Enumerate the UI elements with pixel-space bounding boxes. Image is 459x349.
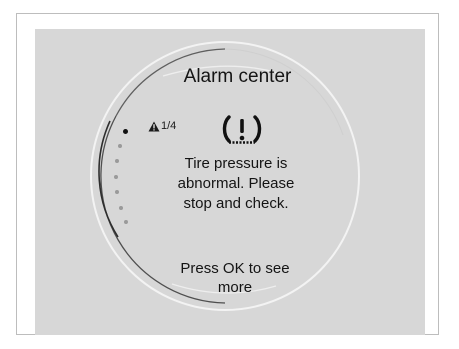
page-dot (114, 174, 118, 179)
see-more-hint: Press OK to see more (180, 260, 290, 296)
page-dot-active (123, 128, 129, 134)
alarm-counter: 1/4 (148, 120, 176, 132)
warning-triangle-icon (148, 121, 160, 131)
page-dot (118, 205, 123, 210)
alarm-counter-text: 1/4 (161, 120, 177, 132)
tire-pressure-warning-icon (222, 115, 262, 144)
alarm-message: Tire pressure is abnormal. Please stop a… (177, 155, 295, 212)
page-title: Alarm center (183, 66, 292, 87)
